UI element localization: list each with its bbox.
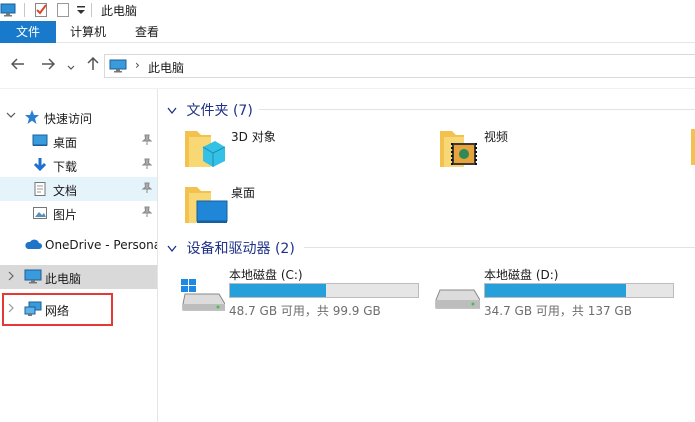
nav-item-documents[interactable]: 文档 — [0, 177, 157, 201]
nav-item-onedrive[interactable]: OneDrive - Persona — [0, 233, 157, 257]
collapsed-chevron-icon[interactable] — [6, 271, 16, 284]
drive-tile-d[interactable]: 本地磁盘 (D:) 34.7 GB 可用，共 137 GB — [434, 266, 684, 320]
folder-label: 桌面 — [231, 186, 256, 200]
customize-dropdown-icon[interactable] — [76, 4, 86, 19]
group-divider — [259, 109, 695, 110]
3d-objects-icon — [181, 125, 226, 176]
pin-icon[interactable] — [141, 182, 153, 197]
folder-tile-videos[interactable]: 视频 — [438, 125, 678, 177]
drive-tile-c[interactable]: 本地磁盘 (C:) 48.7 GB 可用，共 99.9 GB — [179, 266, 429, 320]
toolbar-separator — [91, 3, 92, 17]
nav-label-desktop: 桌面 — [53, 136, 78, 150]
group-divider — [304, 247, 695, 248]
computer-icon[interactable] — [0, 2, 16, 21]
drive-name: 本地磁盘 (D:) — [484, 268, 559, 282]
devices-group-title: 设备和驱动器 (2) — [186, 241, 295, 257]
address-bar[interactable]: › 此电脑 — [104, 54, 695, 78]
up-button[interactable] — [86, 56, 100, 75]
nav-label-onedrive: OneDrive - Persona — [45, 238, 157, 252]
folder-tile-partial[interactable] — [691, 129, 695, 181]
toolbar-separator — [24, 3, 25, 17]
nav-item-pictures[interactable]: 图片 — [0, 201, 157, 225]
back-button[interactable] — [10, 57, 25, 75]
navigation-pane: 快速访问 桌面 下载 文档 图片 OneDrive - Persona 此电脑 … — [0, 89, 158, 422]
hard-drive-icon — [434, 278, 481, 315]
nav-item-downloads[interactable]: 下载 — [0, 153, 157, 177]
title-bar: 此电脑 — [0, 0, 695, 21]
expanded-chevron-icon[interactable] — [6, 110, 16, 123]
network-highlight-box — [2, 293, 113, 326]
devices-group-header[interactable]: 设备和驱动器 (2) — [167, 238, 295, 258]
tab-computer[interactable]: 计算机 — [70, 21, 106, 43]
drive-usage-bar — [484, 283, 674, 298]
pin-icon[interactable] — [141, 206, 153, 221]
nav-item-desktop[interactable]: 桌面 — [0, 129, 157, 153]
window-title: 此电脑 — [101, 4, 138, 18]
pin-icon[interactable] — [141, 158, 153, 173]
cloud-icon — [24, 237, 42, 254]
drive-name: 本地磁盘 (C:) — [229, 268, 303, 282]
folders-group-title: 文件夹 (7) — [186, 103, 253, 119]
windows-drive-icon — [179, 278, 226, 315]
desktop-icon — [32, 133, 48, 152]
address-text[interactable]: 此电脑 — [148, 59, 184, 76]
nav-label-downloads: 下载 — [53, 160, 78, 174]
document-icon — [32, 181, 48, 200]
group-collapse-icon[interactable] — [167, 105, 181, 118]
star-icon — [24, 109, 40, 128]
download-icon — [32, 157, 48, 176]
nav-item-this-pc[interactable]: 此电脑 — [0, 265, 157, 289]
folder-tile-desktop[interactable]: 桌面 — [181, 181, 421, 233]
folder-label: 视频 — [484, 130, 509, 144]
forward-button[interactable] — [41, 57, 56, 75]
recent-locations-icon[interactable] — [67, 60, 75, 76]
group-collapse-icon[interactable] — [167, 243, 181, 256]
drive-usage-bar — [229, 283, 419, 298]
nav-item-quick-access[interactable]: 快速访问 — [0, 105, 157, 129]
nav-label-pictures: 图片 — [53, 208, 78, 222]
pin-icon[interactable] — [141, 134, 153, 149]
drive-usage-fill — [485, 284, 626, 297]
nav-label-this-pc: 此电脑 — [45, 272, 82, 286]
ribbon-tabs: 文件 计算机 查看 — [0, 21, 695, 43]
this-pc-icon — [24, 269, 42, 287]
tab-view[interactable]: 查看 — [135, 21, 159, 43]
videos-icon — [438, 125, 482, 176]
desktop-folder-icon — [181, 181, 229, 232]
drive-usage-fill — [230, 284, 326, 297]
navigation-bar: › 此电脑 — [0, 43, 695, 89]
folder-tile-3d-objects[interactable]: 3D 对象 — [181, 125, 421, 177]
content-pane: 文件夹 (7) 3D 对象 视频 桌面 设备和驱动器 (2) 本地磁盘 (C:)… — [159, 89, 695, 422]
breadcrumb-chevron-icon[interactable]: › — [135, 58, 140, 72]
nav-label-quick-access: 快速访问 — [44, 112, 93, 126]
folder-icon — [691, 129, 695, 165]
nav-label-documents: 文档 — [53, 184, 78, 198]
pictures-icon — [32, 205, 48, 224]
folder-label: 3D 对象 — [231, 130, 276, 144]
this-pc-icon — [109, 59, 127, 76]
new-folder-icon[interactable] — [56, 2, 70, 21]
drive-free-space: 48.7 GB 可用，共 99.9 GB — [229, 304, 381, 318]
drive-free-space: 34.7 GB 可用，共 137 GB — [484, 304, 632, 318]
folders-group-header[interactable]: 文件夹 (7) — [167, 100, 253, 120]
tab-file[interactable]: 文件 — [0, 21, 56, 43]
properties-icon[interactable] — [33, 2, 49, 21]
